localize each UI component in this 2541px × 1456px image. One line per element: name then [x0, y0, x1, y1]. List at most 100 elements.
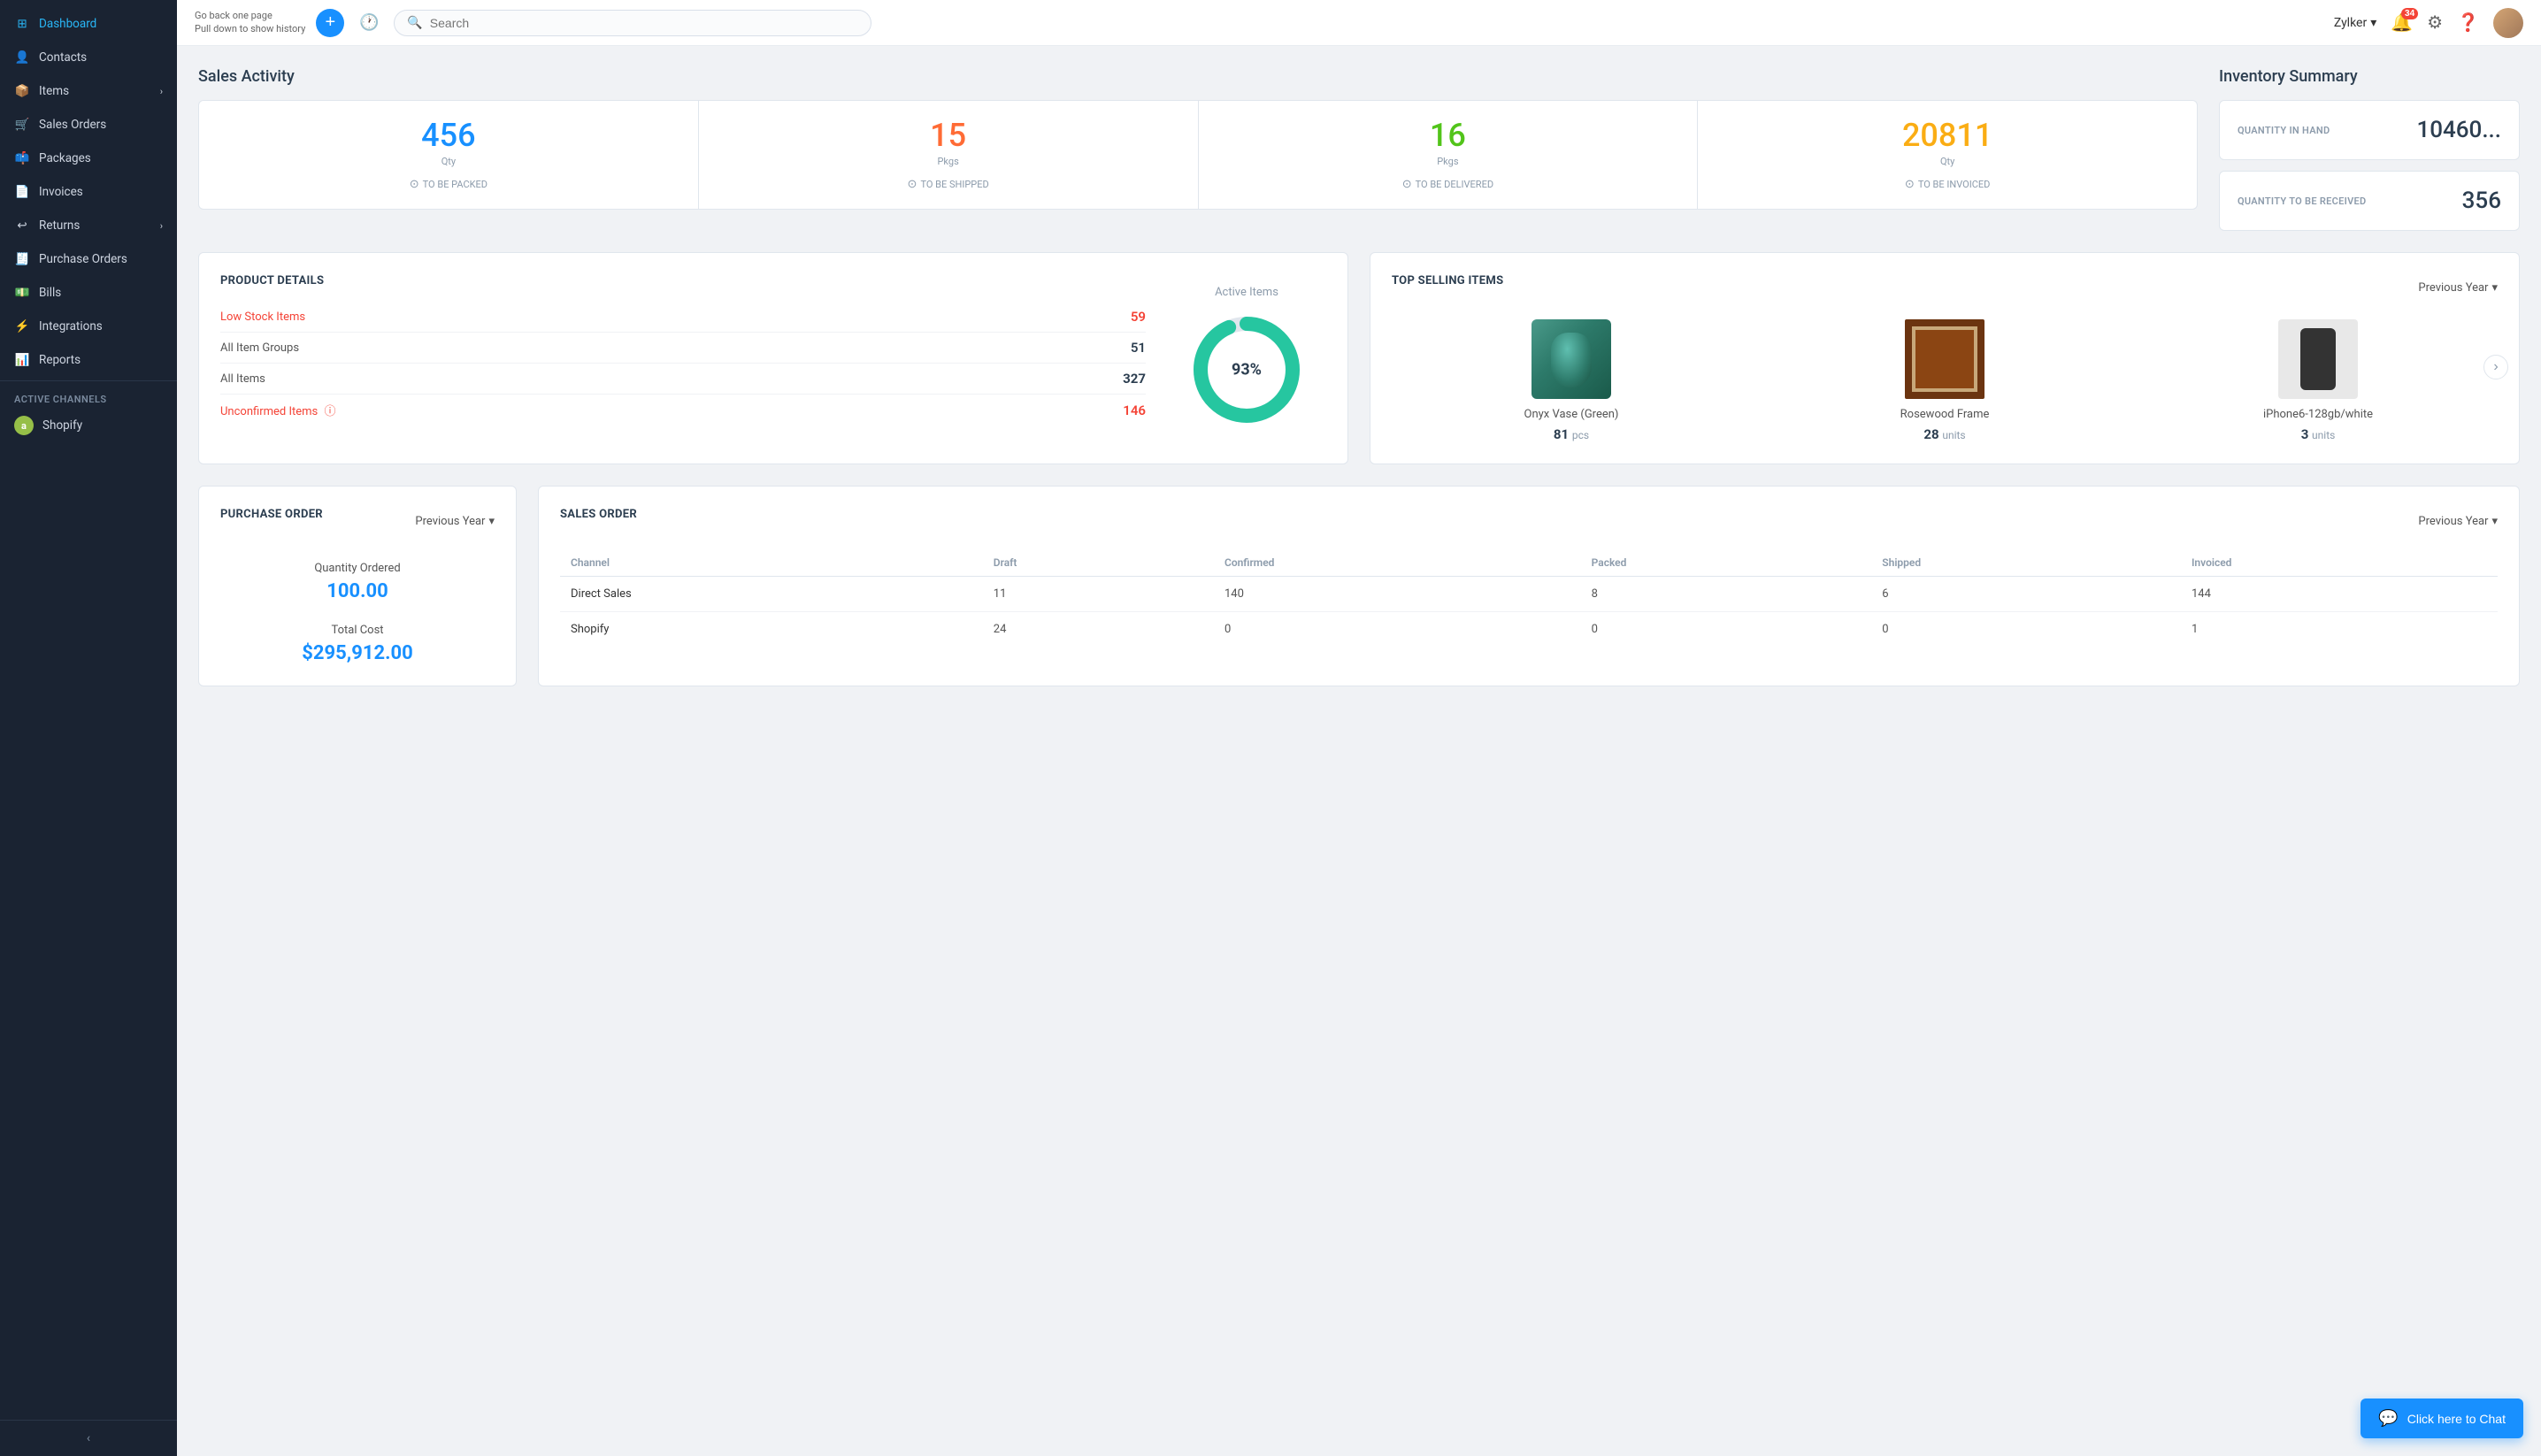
inventory-summary-title: Inventory Summary [2219, 67, 2520, 86]
circle-check-icon: ⊙ [410, 178, 419, 191]
inventory-card-hand: QUANTITY IN HAND 10460... [2219, 100, 2520, 160]
sales-order-header: SALES ORDER Previous Year ▾ [560, 508, 2498, 535]
sidebar-item-reports[interactable]: 📊 Reports [0, 343, 177, 377]
bottom-row: PURCHASE ORDER Previous Year ▾ Quantity … [198, 486, 2520, 686]
row-1-confirmed: 0 [1214, 612, 1581, 648]
notification-button[interactable]: 🔔 34 [2391, 11, 2413, 34]
report-icon: 📊 [14, 352, 30, 368]
avatar-image [2493, 8, 2523, 38]
shopify-icon: a [14, 416, 34, 435]
sidebar-item-sales-orders[interactable]: 🛒 Sales Orders [0, 108, 177, 142]
purchase-order-header: PURCHASE ORDER Previous Year ▾ [220, 508, 495, 535]
sidebar-item-dashboard[interactable]: ⊞ Dashboard [0, 7, 177, 41]
circle-check-icon-2: ⊙ [908, 178, 917, 191]
bill-icon: 💵 [14, 285, 30, 301]
purchase-order-card: PURCHASE ORDER Previous Year ▾ Quantity … [198, 486, 517, 686]
sidebar-item-bills[interactable]: 💵 Bills [0, 276, 177, 310]
help-icon: ❓ [2457, 13, 2479, 33]
row-0-packed: 8 [1581, 577, 1872, 612]
item-groups-label: All Item Groups [220, 341, 299, 355]
item-groups-value: 51 [1131, 340, 1146, 356]
return-icon: ↩ [14, 218, 30, 234]
top-selling-card: TOP SELLING ITEMS Previous Year ▾ Onyx V… [1370, 252, 2520, 464]
history-button[interactable]: 🕐 [355, 9, 383, 37]
product-details-title: PRODUCT DETAILS [220, 274, 1146, 287]
sidebar-item-returns[interactable]: ↩ Returns › [0, 209, 177, 242]
sidebar-item-integrations[interactable]: ⚡ Integrations [0, 310, 177, 343]
help-button[interactable]: ❓ [2457, 11, 2479, 34]
chat-button[interactable]: 💬 Click here to Chat [2361, 1399, 2523, 1438]
item-name-1: Rosewood Frame [1900, 408, 1990, 421]
avatar[interactable] [2493, 8, 2523, 38]
col-confirmed: Confirmed [1214, 549, 1581, 577]
item-qty-0: 81 pcs [1554, 426, 1589, 442]
clock-icon: 🕐 [359, 13, 379, 32]
donut-label: Active Items [1215, 286, 1278, 299]
sales-order-period-select[interactable]: Previous Year ▾ [2418, 515, 2498, 528]
search-input[interactable] [430, 16, 859, 30]
unconfirmed-label[interactable]: Unconfirmed Items ⓘ [220, 402, 336, 418]
activity-card-packed: 456 Qty ⊙ TO BE PACKED [199, 101, 699, 209]
low-stock-label[interactable]: Low Stock Items [220, 310, 305, 324]
sidebar-item-shopify[interactable]: a Shopify [0, 409, 177, 442]
user-menu[interactable]: Zylker ▾ [2334, 16, 2376, 30]
sidebar-label-reports: Reports [39, 353, 81, 367]
box-icon: 📦 [14, 83, 30, 99]
content-area: Sales Activity 456 Qty ⊙ TO BE PACKED 15… [177, 46, 2541, 1456]
row-1-draft: 24 [983, 612, 1214, 648]
gear-icon: ⚙ [2427, 13, 2443, 33]
purchase-order-body: Quantity Ordered 100.00 Total Cost $295,… [220, 562, 495, 664]
add-button[interactable]: + [316, 9, 344, 37]
carousel-next-btn[interactable]: › [2483, 355, 2508, 379]
inventory-hand-label: QUANTITY IN HAND [2238, 125, 2330, 136]
top-selling-period-select[interactable]: Previous Year ▾ [2418, 281, 2498, 295]
item-qty-1: 28 units [1923, 426, 1965, 442]
activity-card-shipped: 15 Pkgs ⊙ TO BE SHIPPED [699, 101, 1199, 209]
nav-hint: Go back one page Pull down to show histo… [195, 10, 305, 35]
product-row-unconfirmed: Unconfirmed Items ⓘ 146 [220, 395, 1146, 425]
inventory-received-label: QUANTITY TO BE RECEIVED [2238, 195, 2367, 207]
sidebar-item-items[interactable]: 📦 Items › [0, 74, 177, 108]
item-name-2: iPhone6-128gb/white [2263, 408, 2373, 421]
plus-icon: + [326, 12, 336, 33]
sidebar-label-returns: Returns [39, 218, 80, 233]
po-quantity-label: Quantity Ordered [314, 562, 400, 575]
info-icon: ⓘ [325, 405, 336, 418]
row-0-draft: 11 [983, 577, 1214, 612]
po-cost-label: Total Cost [302, 624, 412, 637]
sidebar-nav-top: ⊞ Dashboard 👤 Contacts 📦 Items › 🛒 Sales… [0, 0, 177, 381]
search-icon: 🔍 [407, 16, 422, 30]
col-packed: Packed [1581, 549, 1872, 577]
row-0-invoiced: 144 [2181, 577, 2498, 612]
settings-button[interactable]: ⚙ [2427, 11, 2443, 34]
top-selling-period-label: Previous Year [2418, 281, 2488, 295]
delivered-label: Pkgs [1220, 156, 1677, 167]
header-right: Zylker ▾ 🔔 34 ⚙ ❓ [2334, 8, 2523, 38]
sidebar-item-packages[interactable]: 📫 Packages [0, 142, 177, 175]
inventory-card-received: QUANTITY TO BE RECEIVED 356 [2219, 171, 2520, 231]
col-invoiced: Invoiced [2181, 549, 2498, 577]
sidebar-item-purchase-orders[interactable]: 🧾 Purchase Orders [0, 242, 177, 276]
integration-icon: ⚡ [14, 318, 30, 334]
top-selling-item-1: Rosewood Frame 28 units [1765, 319, 2124, 442]
chat-label: Click here to Chat [2407, 1412, 2506, 1426]
item-image-frame [1905, 319, 1984, 399]
invoiced-number: 20811 [1719, 119, 2176, 154]
dropdown-icon: ▾ [2491, 281, 2498, 295]
search-bar[interactable]: 🔍 [394, 10, 871, 36]
item-image-vase [1532, 319, 1611, 399]
activity-card-delivered: 16 Pkgs ⊙ TO BE DELIVERED [1199, 101, 1699, 209]
sidebar-collapse-btn[interactable]: ‹ [0, 1420, 177, 1456]
purchase-order-period-select[interactable]: Previous Year ▾ [415, 515, 495, 528]
active-channels-label: ACTIVE CHANNELS [0, 381, 177, 409]
inventory-cards: QUANTITY IN HAND 10460... QUANTITY TO BE… [2219, 100, 2520, 231]
row-0-shipped: 6 [1871, 577, 2181, 612]
inventory-summary-section: Inventory Summary QUANTITY IN HAND 10460… [2219, 67, 2520, 231]
sidebar-item-contacts[interactable]: 👤 Contacts [0, 41, 177, 74]
sales-order-table: Channel Draft Confirmed Packed Shipped I… [560, 549, 2498, 647]
sidebar-label-invoices: Invoices [39, 185, 83, 199]
chat-icon: 💬 [2378, 1409, 2398, 1428]
po-quantity-value: 100.00 [314, 580, 400, 602]
sidebar-item-invoices[interactable]: 📄 Invoices [0, 175, 177, 209]
row-1-shipped: 0 [1871, 612, 2181, 648]
